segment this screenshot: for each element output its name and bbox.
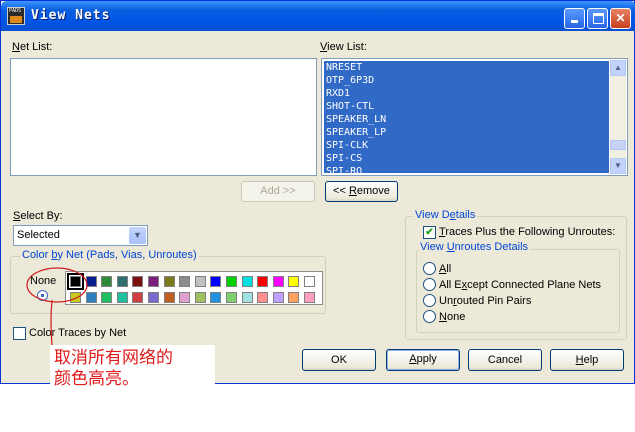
color-swatch[interactable] bbox=[304, 276, 315, 287]
add-button[interactable]: Add >> bbox=[241, 181, 315, 202]
list-item[interactable]: SPEAKER_LN bbox=[324, 113, 609, 126]
color-swatch[interactable] bbox=[70, 292, 81, 303]
color-swatch[interactable] bbox=[226, 292, 237, 303]
color-swatch[interactable] bbox=[257, 276, 269, 287]
color-swatch[interactable] bbox=[194, 276, 206, 287]
list-item[interactable]: SPEAKER_LP bbox=[324, 126, 609, 139]
help-button[interactable]: Help bbox=[550, 349, 624, 371]
select-by-dropdown[interactable]: Selected ▼ bbox=[13, 225, 148, 246]
chevron-down-icon[interactable]: ▼ bbox=[129, 227, 146, 244]
color-swatch[interactable] bbox=[210, 292, 222, 303]
scroll-thumb[interactable] bbox=[610, 140, 626, 150]
radio-none[interactable] bbox=[423, 310, 436, 323]
cancel-button[interactable]: Cancel bbox=[468, 349, 542, 371]
color-swatch[interactable] bbox=[304, 292, 315, 303]
list-item[interactable]: SHOT-CTL bbox=[324, 100, 609, 113]
traces-plus-label: Traces Plus the Following Unroutes: bbox=[439, 226, 616, 238]
color-palette bbox=[65, 271, 323, 305]
select-by-value: Selected bbox=[17, 229, 60, 241]
color-swatch[interactable] bbox=[132, 292, 144, 303]
color-swatch[interactable] bbox=[148, 292, 159, 303]
color-swatch[interactable] bbox=[179, 276, 191, 287]
color-swatch[interactable] bbox=[67, 273, 84, 290]
color-swatch[interactable] bbox=[272, 276, 284, 287]
annotation-line-1: 取消所有网络的 bbox=[54, 348, 173, 368]
color-swatch[interactable] bbox=[163, 292, 175, 303]
color-swatch[interactable] bbox=[288, 292, 300, 303]
window-title: View Nets bbox=[31, 8, 111, 23]
color-by-net-title: Color by Net (Pads, Vias, Unroutes) bbox=[20, 249, 199, 261]
list-item[interactable]: OTP_6P3D bbox=[324, 74, 609, 87]
view-details-title: View Details bbox=[413, 209, 478, 221]
view-list-box[interactable]: NRESET OTP_6P3D RXD1 SHOT-CTL SPEAKER_LN… bbox=[321, 58, 628, 176]
close-icon[interactable]: ✕ bbox=[610, 8, 631, 29]
view-list-items: NRESET OTP_6P3D RXD1 SHOT-CTL SPEAKER_LN… bbox=[324, 61, 609, 173]
color-swatch[interactable] bbox=[85, 276, 97, 287]
color-swatch[interactable] bbox=[148, 276, 159, 287]
ok-button[interactable]: OK bbox=[302, 349, 376, 371]
app-icon-text: PADS bbox=[9, 8, 22, 14]
color-swatch[interactable] bbox=[272, 292, 284, 303]
none-color-label[interactable]: None bbox=[30, 275, 56, 287]
color-swatch[interactable] bbox=[288, 276, 300, 287]
radio-all-except[interactable] bbox=[423, 278, 436, 291]
title-bar[interactable]: PADS View Nets ✕ bbox=[1, 1, 635, 31]
color-swatch[interactable] bbox=[210, 276, 222, 287]
annotation-text: 取消所有网络的 颜色高亮。 bbox=[54, 348, 173, 390]
scroll-up-icon[interactable]: ▲ bbox=[610, 60, 626, 76]
list-item[interactable]: SPI-CLK bbox=[324, 139, 609, 152]
list-item[interactable]: NRESET bbox=[324, 61, 609, 74]
color-swatch[interactable] bbox=[132, 276, 144, 287]
list-item[interactable]: SPI-CS bbox=[324, 152, 609, 165]
view-unroutes-title: View Unroutes Details bbox=[418, 241, 531, 253]
color-swatch[interactable] bbox=[116, 276, 128, 287]
radio-all[interactable] bbox=[423, 262, 436, 275]
color-swatch[interactable] bbox=[194, 292, 206, 303]
color-traces-label: Color Traces by Net bbox=[29, 327, 127, 339]
apply-button[interactable]: Apply bbox=[386, 349, 460, 371]
color-swatch[interactable] bbox=[257, 292, 269, 303]
list-item[interactable]: SPI-RQ bbox=[324, 165, 609, 173]
view-list-label: View List: bbox=[320, 41, 367, 53]
color-swatch[interactable] bbox=[101, 276, 113, 287]
scroll-down-icon[interactable]: ▼ bbox=[610, 158, 626, 174]
color-swatch[interactable] bbox=[116, 292, 128, 303]
color-swatch[interactable] bbox=[241, 292, 253, 303]
color-swatch[interactable] bbox=[85, 292, 97, 303]
color-swatch[interactable] bbox=[163, 276, 175, 287]
color-swatch[interactable] bbox=[179, 292, 191, 303]
maximize-icon[interactable] bbox=[587, 8, 608, 29]
net-list-box[interactable] bbox=[10, 58, 317, 176]
remove-button[interactable]: << Remove bbox=[325, 181, 398, 202]
pads-logic-icon[interactable]: PADS bbox=[7, 7, 25, 25]
net-list-label: Net List: bbox=[12, 41, 53, 53]
radio-unrouted-pin-pairs[interactable] bbox=[423, 294, 436, 307]
select-by-label: Select By: bbox=[13, 210, 63, 222]
radio-all-label: All bbox=[439, 263, 452, 275]
vertical-scrollbar[interactable]: ▲ ▼ bbox=[610, 60, 626, 174]
radio-unrouted-label: Unrouted Pin Pairs bbox=[439, 295, 532, 307]
minimize-icon[interactable] bbox=[564, 8, 585, 29]
color-traces-checkbox[interactable] bbox=[13, 327, 26, 340]
color-swatch[interactable] bbox=[101, 292, 113, 303]
radio-all-except-label: All Except Connected Plane Nets bbox=[439, 279, 602, 291]
traces-plus-checkbox[interactable]: ✔ bbox=[423, 226, 436, 239]
list-item[interactable]: RXD1 bbox=[324, 87, 609, 100]
radio-none-label: None bbox=[439, 311, 466, 323]
color-swatch[interactable] bbox=[226, 276, 237, 287]
view-nets-dialog: PADS View Nets ✕ Net List: View List: NR… bbox=[0, 0, 635, 384]
none-color-radio[interactable] bbox=[37, 290, 48, 301]
color-swatch[interactable] bbox=[241, 276, 253, 287]
annotation-line-2: 颜色高亮。 bbox=[54, 369, 139, 389]
